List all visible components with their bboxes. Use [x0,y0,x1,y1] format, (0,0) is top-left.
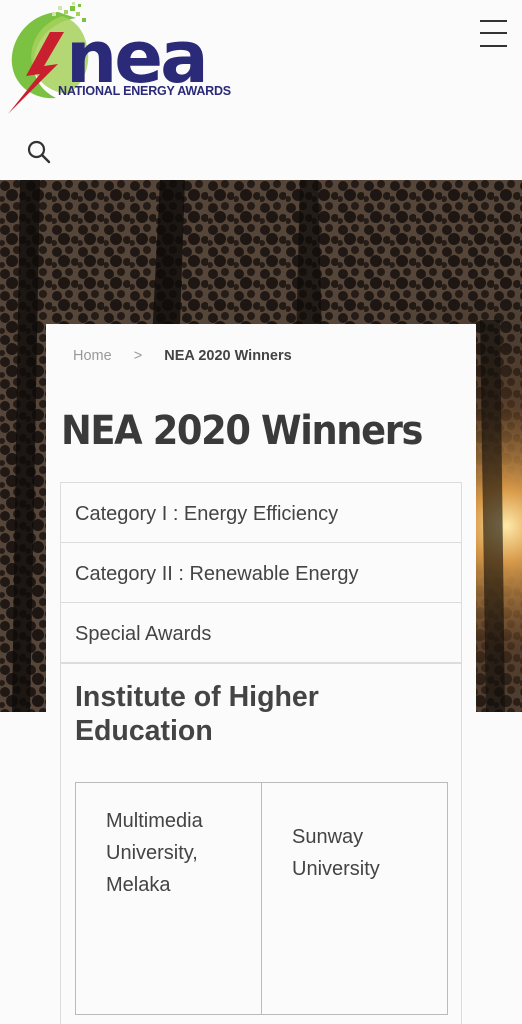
site-header: nea NATIONAL ENERGY AWARDS [0,0,522,180]
logo-subtitle: NATIONAL ENERGY AWARDS [58,84,231,98]
accordion-special-awards[interactable]: Special Awards [60,602,462,663]
accordion-category-energy-efficiency[interactable]: Category I : Energy Efficiency [60,482,462,543]
breadcrumb-home-link[interactable]: Home [73,348,112,364]
search-icon[interactable] [26,139,52,165]
special-awards-panel: Institute of Higher Education Multimedia… [60,663,462,1024]
hamburger-icon[interactable] [478,20,510,50]
section-title: Institute of Higher Education [75,681,319,747]
nea-logo[interactable]: nea [6,2,246,116]
accordion-label: Special Awards [75,623,212,645]
accordion-category-renewable-energy[interactable]: Category II : Renewable Energy [60,542,462,603]
breadcrumb-separator: > [133,348,143,364]
content-card: Home > NEA 2020 Winners NEA 2020 Winners… [46,324,476,1024]
winner-cell: Multimedia University, Melaka [76,783,262,1014]
breadcrumb: Home > NEA 2020 Winners [73,348,292,364]
winners-table: Multimedia University, Melaka Sunway Uni… [75,782,448,1015]
page-title: NEA 2020 Winners [61,408,423,454]
accordion-label: Category II : Renewable Energy [75,563,359,585]
breadcrumb-current: NEA 2020 Winners [164,348,292,364]
winner-cell: Sunway University [292,826,380,880]
accordion-label: Category I : Energy Efficiency [75,503,339,525]
